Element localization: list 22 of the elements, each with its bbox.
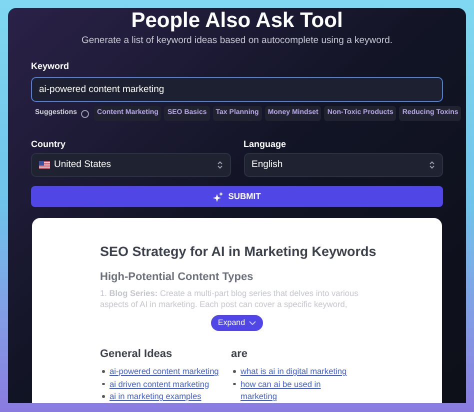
field-label: Country (31, 139, 66, 149)
link[interactable]: what is ai in digital marketing (240, 365, 347, 378)
field-label: Keyword (31, 60, 70, 72)
list-item-text: 1. Blog Series: Create a multi-part blog series that delves into various aspects of AI in marketing. Each post can cover a specific keyword, (100, 288, 360, 310)
select-value: United States (54, 158, 112, 172)
link[interactable]: ai-powered content marketing (110, 365, 219, 378)
link[interactable]: ai in marketing examples (110, 390, 202, 402)
result-title: SEO Strategy for AI in Marketing Keywords (100, 244, 378, 260)
link[interactable]: how can ai be used in marketing (240, 378, 351, 402)
submit-button[interactable]: SUBMIT (31, 186, 443, 207)
select-value: English (252, 158, 284, 172)
keyword-input[interactable]: ai-powered content marketing (31, 77, 443, 102)
column-heading: are (231, 348, 249, 361)
country-select[interactable]: United States (31, 153, 230, 177)
section-heading: High-Potential Content Types (100, 270, 254, 284)
language-select[interactable]: English (244, 153, 443, 177)
link[interactable]: ai driven content marketing (110, 378, 210, 390)
page-title: People Also Ask Tool (130, 9, 344, 33)
expand-button[interactable]: Expand (210, 315, 264, 331)
field-label: Language (244, 139, 288, 149)
page-subtitle: Generate a list of keyword ideas based on autocomplete using a keyword. (80, 35, 394, 47)
column-heading: General Ideas (100, 348, 174, 361)
